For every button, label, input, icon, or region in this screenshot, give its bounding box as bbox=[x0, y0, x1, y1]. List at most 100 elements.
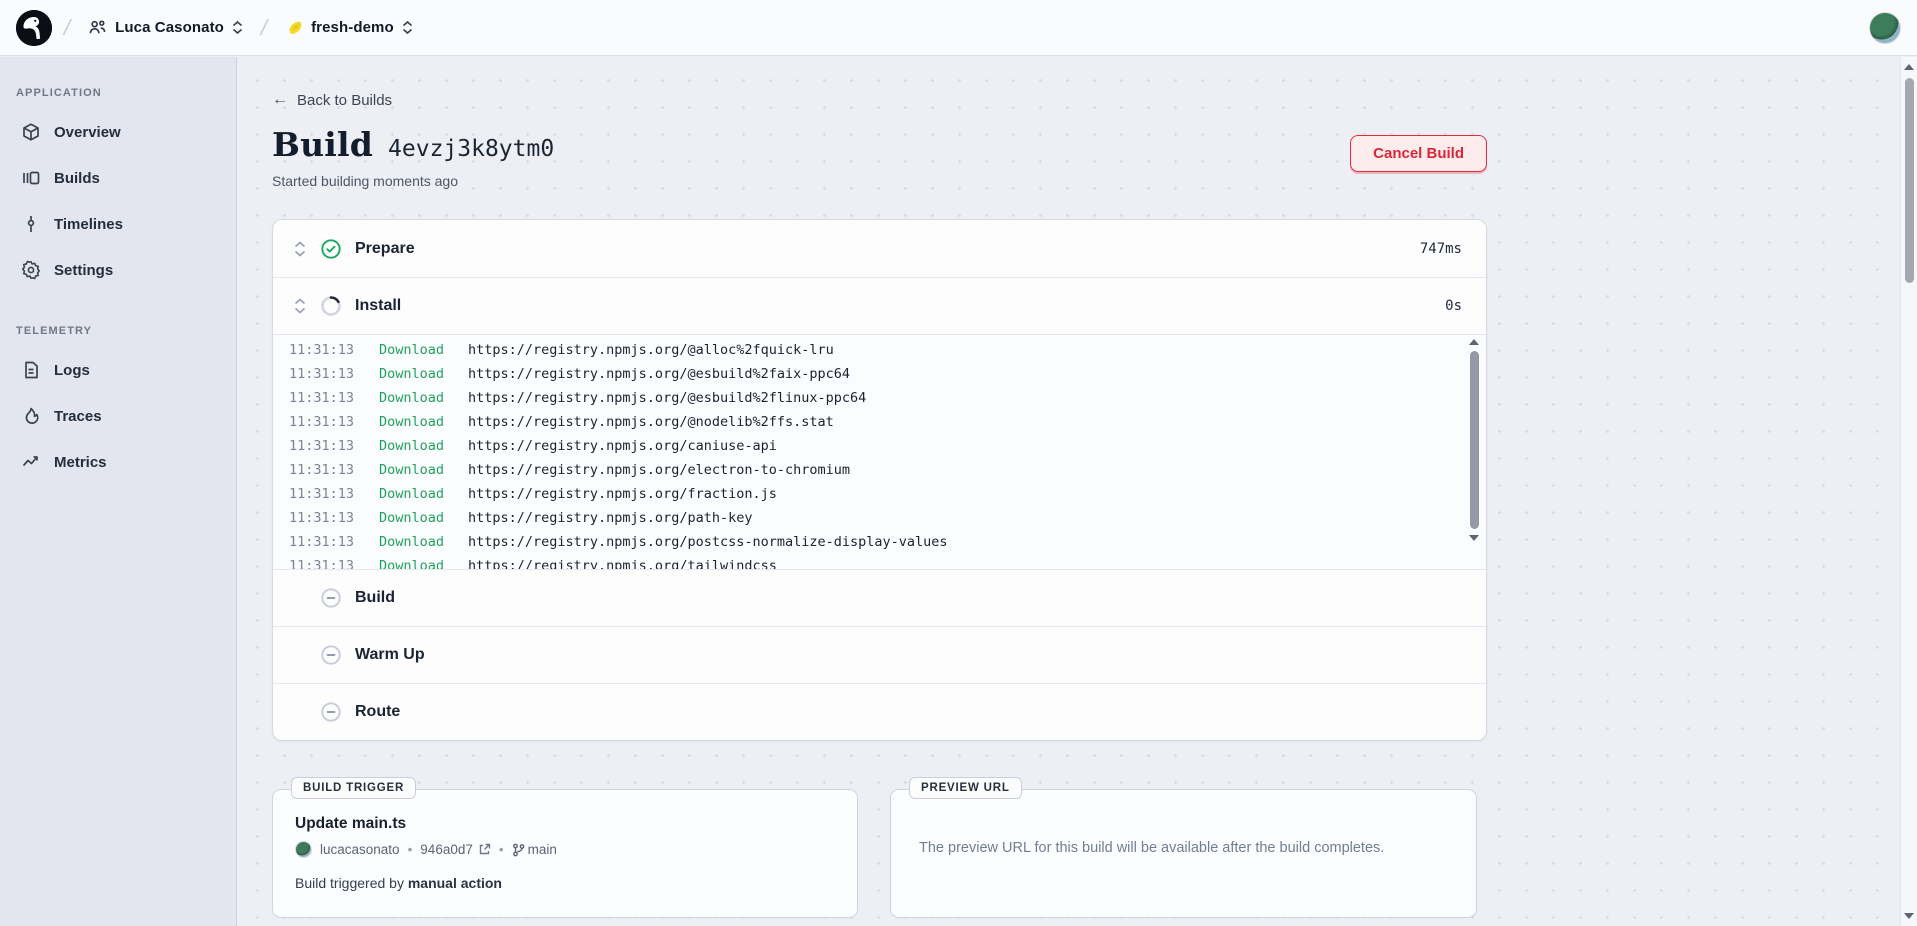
page-scrollbar-thumb[interactable] bbox=[1905, 78, 1914, 283]
step-row-prepare[interactable]: Prepare 747ms bbox=[273, 220, 1486, 277]
branch-name: main bbox=[528, 842, 557, 857]
step-row-build[interactable]: Build bbox=[273, 569, 1486, 626]
cancel-build-button[interactable]: Cancel Build bbox=[1350, 135, 1487, 172]
expand-toggle-icon[interactable] bbox=[293, 298, 307, 314]
commit-message: Update main.ts bbox=[295, 815, 835, 833]
chevron-updown-icon bbox=[402, 21, 413, 34]
log-scrollbar-thumb[interactable] bbox=[1470, 351, 1479, 529]
breadcrumb: / Luca Casonato / fresh-demo bbox=[16, 10, 419, 46]
sidebar-item-label: Builds bbox=[54, 170, 100, 187]
log-message: https://registry.npmjs.org/fraction.js bbox=[468, 482, 777, 506]
step-name: Route bbox=[355, 703, 400, 721]
log-action: Download bbox=[379, 530, 463, 554]
log-action: Download bbox=[379, 482, 463, 506]
log-action: Download bbox=[379, 554, 463, 569]
log-message: https://registry.npmjs.org/@nodelib%2ffs… bbox=[468, 410, 834, 434]
document-icon bbox=[20, 360, 41, 381]
pending-circle-icon bbox=[320, 701, 342, 723]
log-line: 11:31:13Downloadhttps://registry.npmjs.o… bbox=[289, 338, 1456, 362]
sidebar-item-overview[interactable]: Overview bbox=[12, 109, 226, 155]
expand-toggle-icon[interactable] bbox=[293, 241, 307, 257]
step-duration: 0s bbox=[1445, 298, 1462, 314]
log-timestamp: 11:31:13 bbox=[289, 554, 365, 569]
log-message: https://registry.npmjs.org/@esbuild%2fai… bbox=[468, 362, 850, 386]
step-row-warm-up[interactable]: Warm Up bbox=[273, 626, 1486, 683]
trigger-type: manual action bbox=[408, 875, 502, 891]
log-message: https://registry.npmjs.org/tailwindcss bbox=[468, 554, 777, 569]
back-link-label: Back to Builds bbox=[297, 92, 392, 109]
log-timestamp: 11:31:13 bbox=[289, 434, 365, 458]
sidebar-item-label: Timelines bbox=[54, 216, 123, 233]
build-id: 4evzj3k8ytm0 bbox=[388, 136, 554, 162]
scroll-up-icon[interactable] bbox=[1904, 64, 1914, 70]
log-action: Download bbox=[379, 386, 463, 410]
step-row-route[interactable]: Route bbox=[273, 683, 1486, 740]
build-steps-panel: Prepare 747ms Install 0s 11:31:13 Downloa… bbox=[272, 219, 1487, 741]
pending-circle-icon bbox=[320, 644, 342, 666]
build-trigger-chip: BUILD TRIGGER bbox=[291, 777, 416, 799]
commit-link[interactable]: 946a0d7 bbox=[420, 842, 491, 857]
sidebar-item-settings[interactable]: Settings bbox=[12, 247, 226, 293]
project-name: fresh-demo bbox=[311, 19, 394, 36]
page-title: Build bbox=[272, 125, 373, 164]
step-name: Install bbox=[355, 297, 401, 315]
step-row-install[interactable]: Install 0s bbox=[273, 277, 1486, 334]
sidebar-item-timelines[interactable]: Timelines bbox=[12, 201, 226, 247]
log-message: https://registry.npmjs.org/path-key bbox=[468, 506, 752, 530]
chart-icon bbox=[20, 452, 41, 473]
log-scrollbar[interactable] bbox=[1467, 339, 1481, 566]
sidebar-item-label: Traces bbox=[54, 408, 102, 425]
scroll-down-icon[interactable] bbox=[1904, 913, 1914, 919]
gear-icon bbox=[20, 260, 41, 281]
git-branch-icon bbox=[512, 843, 525, 857]
sidebar-item-builds[interactable]: Builds bbox=[12, 155, 226, 201]
log-action: Download bbox=[379, 338, 463, 362]
step-duration: 747ms bbox=[1420, 241, 1462, 257]
log-timestamp: 11:31:13 bbox=[289, 530, 365, 554]
log-timestamp: 11:31:13 bbox=[289, 458, 365, 482]
log-timestamp: 11:31:13 bbox=[289, 386, 365, 410]
log-line: 11:31:13 Download https://registry.npmjs.o… bbox=[289, 554, 1456, 569]
log-action: Download bbox=[379, 458, 463, 482]
build-trigger-card: BUILD TRIGGER Update main.ts lucacasonat… bbox=[272, 789, 858, 918]
log-message: https://registry.npmjs.org/electron-to-c… bbox=[468, 458, 850, 482]
sidebar-section-telemetry: TELEMETRY bbox=[12, 317, 226, 347]
sidebar-item-label: Metrics bbox=[54, 454, 107, 471]
builds-icon bbox=[20, 168, 41, 189]
top-navbar: / Luca Casonato / fresh-demo bbox=[0, 0, 1917, 56]
branch-link[interactable]: main bbox=[512, 842, 557, 857]
dot-separator: • bbox=[408, 842, 413, 857]
log-line: 11:31:13Downloadhttps://registry.npmjs.o… bbox=[289, 410, 1456, 434]
log-timestamp: 11:31:13 bbox=[289, 362, 365, 386]
install-log-output: 11:31:13Downloadhttps://registry.npmjs.o… bbox=[273, 334, 1486, 569]
preview-url-card: PREVIEW URL The preview URL for this bui… bbox=[890, 789, 1477, 918]
org-name: Luca Casonato bbox=[115, 19, 224, 36]
sidebar-item-metrics[interactable]: Metrics bbox=[12, 439, 226, 485]
scroll-up-icon[interactable] bbox=[1469, 339, 1479, 345]
log-timestamp: 11:31:13 bbox=[289, 506, 365, 530]
sidebar-item-label: Settings bbox=[54, 262, 113, 279]
org-switcher[interactable]: Luca Casonato bbox=[82, 14, 249, 41]
check-circle-icon bbox=[320, 238, 342, 260]
dot-separator: • bbox=[499, 842, 504, 857]
log-timestamp: 11:31:13 bbox=[289, 482, 365, 506]
log-line: 11:31:13 Downloadhttps://registry.npmjs.o… bbox=[289, 530, 1456, 554]
log-message: https://registry.npmjs.org/caniuse-api bbox=[468, 434, 777, 458]
project-switcher[interactable]: fresh-demo bbox=[279, 15, 419, 41]
sidebar-item-logs[interactable]: Logs bbox=[12, 347, 226, 393]
page-scrollbar[interactable] bbox=[1900, 57, 1917, 926]
log-message: https://registry.npmjs.org/postcss-norma… bbox=[468, 530, 948, 554]
deno-logo-icon[interactable] bbox=[16, 10, 52, 46]
log-action: Download bbox=[379, 362, 463, 386]
sidebar-item-traces[interactable]: Traces bbox=[12, 393, 226, 439]
user-avatar[interactable] bbox=[1869, 12, 1901, 44]
scroll-down-icon[interactable] bbox=[1469, 535, 1479, 541]
back-to-builds-link[interactable]: ← Back to Builds bbox=[272, 91, 392, 109]
sidebar-item-label: Overview bbox=[54, 124, 121, 141]
author-link[interactable]: lucacasonato bbox=[320, 842, 400, 857]
log-message: https://registry.npmjs.org/@alloc%2fquic… bbox=[468, 338, 834, 362]
breadcrumb-separator: / bbox=[258, 15, 270, 41]
commit-hash: 946a0d7 bbox=[420, 842, 473, 857]
log-line: 11:31:13 Downloadhttps://registry.npmjs.o… bbox=[289, 458, 1456, 482]
spinner-icon bbox=[320, 295, 342, 317]
